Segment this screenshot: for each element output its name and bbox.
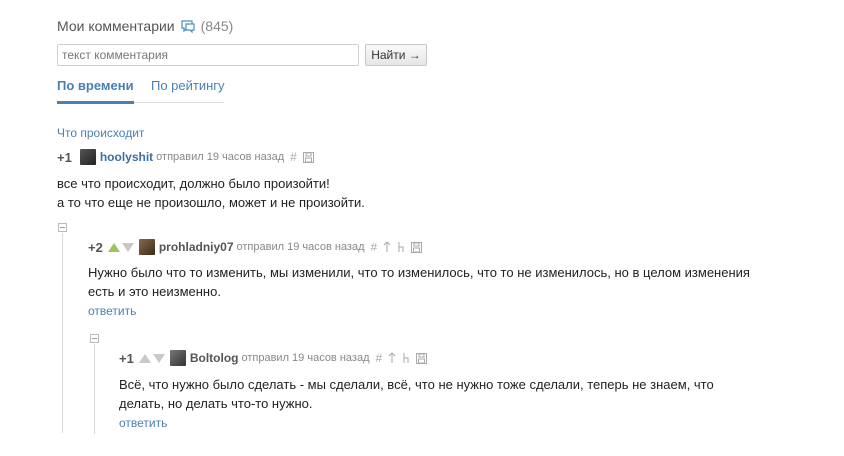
permalink-icon[interactable]: # bbox=[290, 150, 297, 164]
comment-author[interactable]: hoolyshit bbox=[100, 150, 153, 164]
avatar[interactable] bbox=[169, 350, 186, 366]
downvote-icon[interactable] bbox=[152, 353, 165, 363]
page-title: Мои комментарии bbox=[57, 18, 175, 34]
comment-header: +2 prohladniy07 отправил 19 часов назад … bbox=[88, 239, 423, 255]
comment-line: все что происходит, должно было произойт… bbox=[57, 176, 330, 191]
permalink-icon[interactable]: # bbox=[371, 240, 378, 254]
comment-header: +1 Boltolog отправил 19 часов назад # bbox=[119, 350, 428, 366]
comment-author[interactable]: prohladniy07 bbox=[159, 240, 234, 254]
upvote-icon[interactable] bbox=[138, 353, 151, 363]
find-button[interactable]: Найти → bbox=[365, 44, 427, 66]
comment-body: Нужно было что то изменить, мы изменили,… bbox=[88, 263, 750, 301]
thread-line bbox=[62, 233, 63, 433]
comment-line: Нужно было что то изменить, мы изменили,… bbox=[88, 265, 750, 280]
comment-body: все что происходит, должно было произойт… bbox=[57, 174, 365, 212]
comment-author[interactable]: Boltolog bbox=[190, 351, 239, 365]
tab-divider bbox=[134, 102, 224, 103]
reply-link[interactable]: ответить bbox=[88, 304, 136, 318]
comment-header: +1 hoolyshit отправил 19 часов назад # bbox=[57, 149, 314, 165]
comment-line: есть и это неизменно. bbox=[88, 284, 221, 299]
comment-meta: отправил 19 часов назад bbox=[156, 151, 285, 163]
tab-by-time[interactable]: По времени bbox=[57, 78, 134, 93]
comment-line: делать, но делать что-то нужно. bbox=[119, 396, 313, 411]
branch-icon[interactable] bbox=[397, 241, 405, 253]
parent-arrow-icon[interactable] bbox=[388, 352, 396, 364]
save-icon[interactable] bbox=[416, 352, 428, 364]
parent-arrow-icon[interactable] bbox=[383, 241, 391, 253]
save-icon[interactable] bbox=[302, 151, 314, 163]
permalink-icon[interactable]: # bbox=[375, 351, 382, 365]
comment-meta: отправил 19 часов назад bbox=[236, 241, 365, 253]
upvote-icon[interactable] bbox=[107, 242, 120, 252]
comment-rating: +2 bbox=[88, 239, 103, 255]
comments-count: (845) bbox=[200, 18, 234, 34]
downvote-icon[interactable] bbox=[121, 242, 134, 252]
comments-bubble-icon bbox=[180, 19, 196, 34]
search-input[interactable] bbox=[57, 44, 359, 66]
post-title-link[interactable]: Что происходит bbox=[57, 126, 144, 140]
avatar[interactable] bbox=[79, 149, 96, 165]
save-icon[interactable] bbox=[411, 241, 423, 253]
collapse-toggle-icon[interactable] bbox=[58, 223, 67, 232]
comment-body: Всё, что нужно было сделать - мы сделали… bbox=[119, 375, 714, 413]
active-tab-underline bbox=[57, 101, 134, 104]
avatar[interactable] bbox=[138, 239, 155, 255]
comment-line: а то что еще не произошло, может и не пр… bbox=[57, 195, 365, 210]
comment-meta: отправил 19 часов назад bbox=[241, 352, 370, 364]
thread-line bbox=[94, 344, 95, 434]
comment-line: Всё, что нужно было сделать - мы сделали… bbox=[119, 377, 714, 392]
comment-rating: +1 bbox=[57, 149, 72, 165]
tab-by-rating[interactable]: По рейтингу bbox=[151, 78, 225, 93]
collapse-toggle-icon[interactable] bbox=[90, 334, 99, 343]
comment-rating: +1 bbox=[119, 350, 134, 366]
branch-icon[interactable] bbox=[402, 352, 410, 364]
reply-link[interactable]: ответить bbox=[119, 416, 167, 430]
page-header: Мои комментарии (845) bbox=[57, 18, 233, 34]
